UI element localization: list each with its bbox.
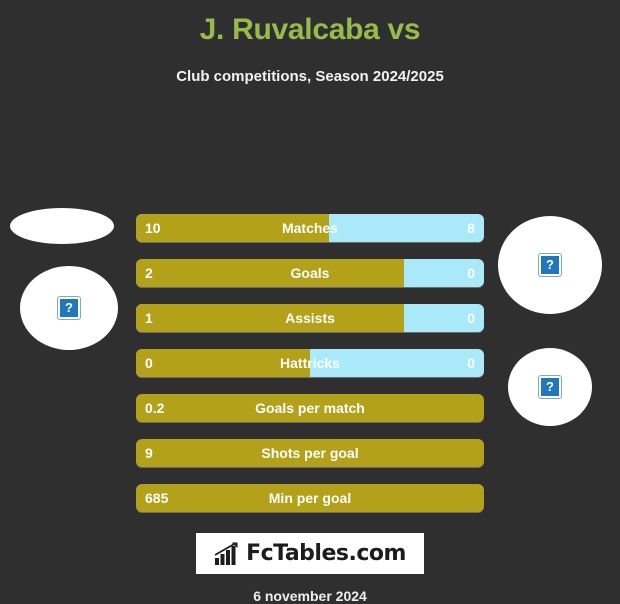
stat-label: Goals [290, 265, 330, 281]
stat-bar-hattricks: 0 Hattricks 0 [136, 349, 484, 377]
away-value: 8 [467, 220, 475, 236]
away-value: 0 [467, 265, 475, 281]
generation-date: 6 november 2024 [253, 588, 367, 604]
home-club-logo: ? [20, 266, 118, 350]
stat-label: Hattricks [280, 355, 340, 371]
stat-label: Goals per match [255, 400, 365, 416]
comparison-body: ? ? ? 10 Matches 8 2 Goals 0 1 Assists 0 0 Hattric… [0, 88, 620, 604]
page-subtitle: Club competitions, Season 2024/2025 [176, 68, 444, 85]
fctables-logo[interactable]: FcTables.com [196, 533, 424, 574]
page-title: J. Ruvalcaba vs [199, 13, 421, 46]
stat-label: Matches [281, 220, 339, 236]
away-player-photo: ? [498, 216, 602, 314]
broken-image-icon: ? [539, 376, 561, 398]
stat-label: Min per goal [268, 490, 352, 506]
stat-bar-matches: 10 Matches 8 [136, 214, 484, 242]
broken-image-icon: ? [539, 254, 561, 276]
stat-label: Assists [285, 310, 335, 326]
stat-label: Shots per goal [261, 445, 359, 461]
stat-bar-goals-per-match: 0.2 Goals per match [136, 394, 484, 422]
broken-image-icon: ? [58, 297, 80, 319]
stat-bar-goals: 2 Goals 0 [136, 259, 484, 287]
stat-bar-list: 10 Matches 8 2 Goals 0 1 Assists 0 0 Hattricks 0 0.2… [136, 214, 484, 529]
stat-bar-min-per-goal: 685 Min per goal [136, 484, 484, 512]
fctables-logo-text: FcTables.com [246, 541, 406, 566]
away-club-logo: ? [508, 348, 592, 426]
stat-bar-assists: 1 Assists 0 [136, 304, 484, 332]
page-header: J. Ruvalcaba vs Club competitions, Seaso… [0, 0, 620, 88]
away-value: 0 [467, 355, 475, 371]
bar-chart-growth-icon [214, 541, 238, 565]
stat-bar-shots-per-goal: 9 Shots per goal [136, 439, 484, 467]
away-value: 0 [467, 310, 475, 326]
home-player-photo-top [10, 208, 114, 244]
